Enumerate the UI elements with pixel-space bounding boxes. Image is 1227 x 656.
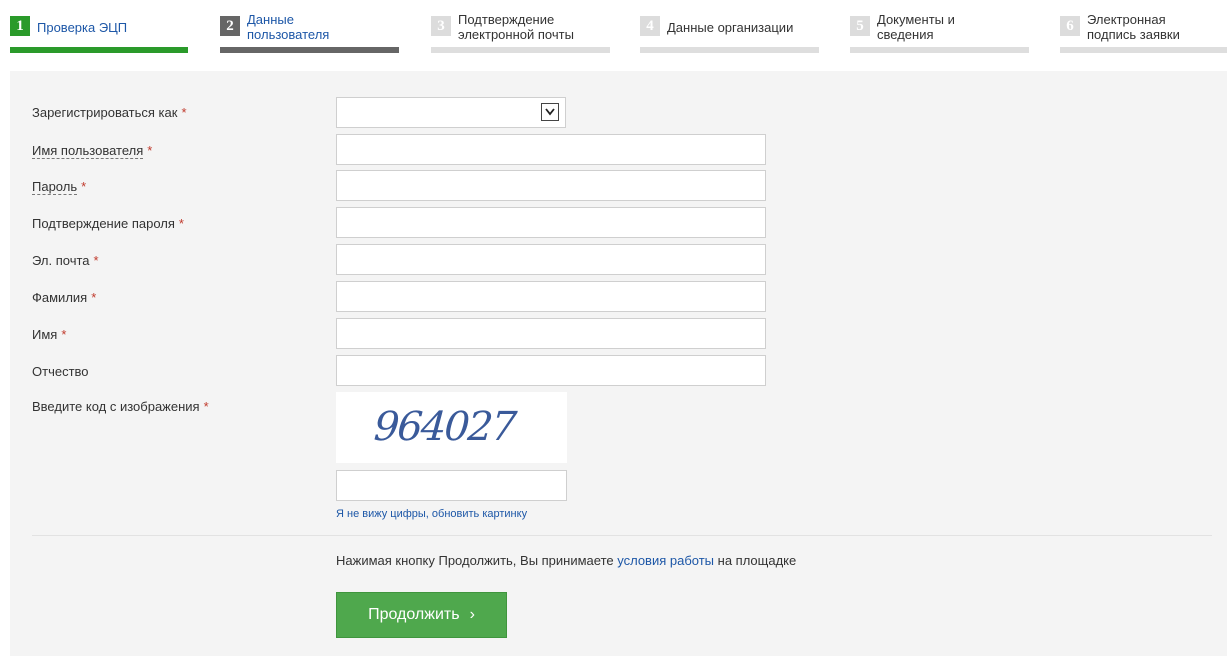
refresh-captcha-link[interactable]: Я не вижу цифры, обновить картинку <box>336 508 527 520</box>
chevron-right-icon: › <box>469 606 475 623</box>
captcha-code: 964027 <box>372 404 517 450</box>
step-progress-bar <box>850 47 1029 53</box>
step-label: Электронная подпись заявки <box>1087 12 1180 42</box>
registration-steps: 1 Проверка ЭЦП 2 Данные пользователя 3 По… <box>10 0 1227 56</box>
step-progress-bar <box>10 47 188 53</box>
step-progress-bar <box>1060 47 1227 53</box>
continue-button[interactable]: Продолжить › <box>336 592 507 638</box>
step-2[interactable]: 2 Данные пользователя <box>220 12 399 56</box>
step-label: Данные пользователя <box>247 12 330 42</box>
step-label: Проверка ЭЦП <box>37 20 128 35</box>
captcha-input[interactable] <box>336 470 567 501</box>
step-number: 4 <box>640 16 660 36</box>
terms-link[interactable]: условия работы <box>617 553 714 568</box>
step-label: Данные организации <box>667 20 794 35</box>
username-input[interactable] <box>336 134 766 165</box>
step-progress-bar <box>640 47 819 53</box>
email-input[interactable] <box>336 244 766 275</box>
password-label: Пароль * <box>32 179 87 195</box>
step-3: 3 Подтверждение электронной почты <box>431 12 610 56</box>
step-progress-bar <box>431 47 610 53</box>
password-input[interactable] <box>336 170 766 201</box>
middle-name-input[interactable] <box>336 355 766 386</box>
step-number: 3 <box>431 16 451 36</box>
chevron-down-icon[interactable] <box>541 103 559 121</box>
step-1[interactable]: 1 Проверка ЭЦП <box>10 12 188 56</box>
step-number: 2 <box>220 16 240 36</box>
step-label: Документы и сведения <box>877 12 955 42</box>
step-6: 6 Электронная подпись заявки <box>1060 12 1227 56</box>
last-name-input[interactable] <box>336 281 766 312</box>
step-progress-bar <box>220 47 399 53</box>
first-name-label: Имя * <box>32 327 67 342</box>
step-4: 4 Данные организации <box>640 12 819 56</box>
divider <box>32 535 1212 536</box>
email-label: Эл. почта * <box>32 253 99 268</box>
registration-form: Зарегистрироваться как * Имя пользователя… <box>10 71 1227 656</box>
middle-name-label: Отчество <box>32 364 89 379</box>
step-label: Подтверждение электронной почты <box>458 12 574 42</box>
captcha-image: 964027 <box>336 392 567 463</box>
captcha-label: Введите код с изображения * <box>32 399 209 414</box>
username-label: Имя пользователя * <box>32 143 153 159</box>
step-number: 5 <box>850 16 870 36</box>
register-as-label: Зарегистрироваться как * <box>32 105 187 120</box>
last-name-label: Фамилия * <box>32 290 97 305</box>
first-name-input[interactable] <box>336 318 766 349</box>
step-number: 6 <box>1060 16 1080 36</box>
password-confirm-label: Подтверждение пароля * <box>32 216 184 231</box>
step-5: 5 Документы и сведения <box>850 12 1029 56</box>
step-number: 1 <box>10 16 30 36</box>
terms-text: Нажимая кнопку Продолжить, Вы принимаете… <box>336 553 797 568</box>
password-confirm-input[interactable] <box>336 207 766 238</box>
register-as-select[interactable] <box>336 97 566 128</box>
